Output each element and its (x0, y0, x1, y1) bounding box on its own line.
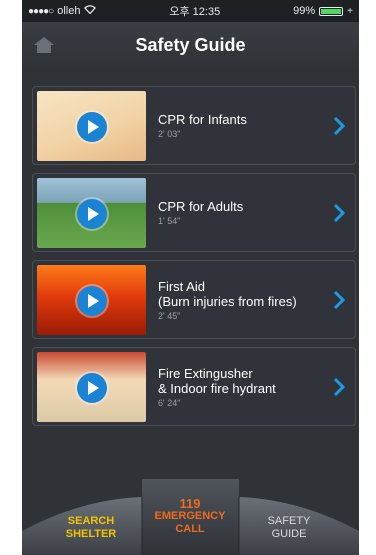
video-texts: CPR for Infants 2' 03" (158, 112, 355, 139)
clock: 오후 12:35 (169, 6, 221, 18)
nav-bar: Safety Guide (22, 22, 359, 68)
chevron-right-icon[interactable] (333, 290, 345, 310)
video-title: CPR for Infants (158, 112, 247, 127)
chevron-right-icon[interactable] (333, 116, 345, 136)
status-bar: ●●●●○ olleh 오후 12:35 99% + (22, 0, 359, 22)
video-thumbnail[interactable] (37, 351, 146, 422)
video-title: First Aid (158, 278, 205, 294)
play-icon[interactable] (77, 111, 107, 142)
play-icon[interactable] (77, 198, 107, 229)
page-title: Safety Guide (135, 34, 246, 55)
video-title: Fire Extingusher (158, 365, 253, 381)
status-left: ●●●●○ olleh (28, 5, 97, 17)
tab-emergency-line1: EMERGENCY (154, 510, 226, 522)
battery-percent: 99% (293, 5, 316, 17)
video-row-fire-extinguisher[interactable]: Fire Extingusher & Indoor fire hydrant 6… (32, 347, 356, 426)
emergency-number: 119 (179, 496, 201, 511)
signal-icon: ●●●●○ (28, 5, 54, 17)
tab-safety-guide[interactable]: SAFETY GUIDE (254, 515, 324, 541)
wifi-icon (84, 5, 97, 17)
video-duration: 1' 54" (158, 216, 181, 226)
play-icon[interactable] (77, 285, 107, 316)
video-texts: CPR for Adults 1' 54" (158, 199, 355, 226)
tab-emergency-line2: CALL (175, 523, 205, 535)
status-right: 99% + (293, 5, 353, 17)
video-duration: 2' 03" (158, 129, 181, 139)
video-row-cpr-adults[interactable]: CPR for Adults 1' 54" (32, 173, 356, 252)
video-thumbnail[interactable] (37, 264, 146, 335)
video-texts: Fire Extingusher & Indoor fire hydrant 6… (158, 366, 355, 408)
app-screen: ●●●●○ olleh 오후 12:35 99% + Safety Guide (22, 0, 359, 555)
charging-icon: + (347, 5, 353, 17)
tab-bar: SEARCH SHELTER 119 EMERGENCY CALL SAFETY… (22, 471, 359, 555)
tab-safety-line2: GUIDE (271, 528, 307, 540)
tab-search-line2: SHELTER (65, 528, 117, 540)
video-subtitle: & Indoor fire hydrant (158, 380, 276, 396)
video-duration: 6' 24" (158, 397, 181, 408)
video-title: CPR for Adults (158, 199, 244, 214)
tab-emergency-call[interactable]: 119 EMERGENCY CALL (138, 497, 242, 536)
video-duration: 2' 45" (158, 310, 181, 321)
video-list: CPR for Infants 2' 03" CPR for Adults 1'… (32, 86, 356, 434)
carrier-label: olleh (57, 5, 81, 17)
home-icon[interactable] (32, 35, 56, 55)
video-row-first-aid[interactable]: First Aid (Burn injuries from fires) 2' … (32, 260, 356, 339)
play-icon[interactable] (77, 372, 107, 403)
tab-safety-line1: SAFETY (267, 515, 311, 527)
video-row-cpr-infants[interactable]: CPR for Infants 2' 03" (32, 86, 356, 165)
video-subtitle: (Burn injuries from fires) (158, 293, 297, 309)
video-thumbnail[interactable] (37, 90, 146, 161)
chevron-right-icon[interactable] (333, 377, 345, 397)
tab-search-line1: SEARCH (67, 515, 115, 527)
video-thumbnail[interactable] (37, 177, 146, 248)
tab-search-shelter[interactable]: SEARCH SHELTER (56, 515, 126, 541)
battery-icon (319, 6, 344, 16)
chevron-right-icon[interactable] (333, 203, 345, 223)
video-texts: First Aid (Burn injuries from fires) 2' … (158, 279, 355, 321)
